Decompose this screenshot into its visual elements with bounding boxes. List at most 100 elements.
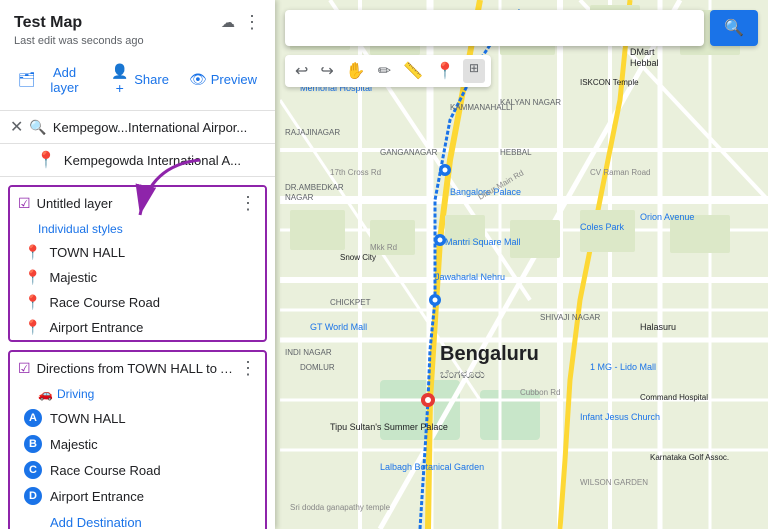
measure-icon[interactable]: 📏 [399,59,427,83]
svg-text:DMart: DMart [630,47,655,57]
location-pin-majestic-icon: 📍 [24,269,41,286]
waypoint-d-circle: D [24,487,42,505]
svg-text:WILSON GARDEN: WILSON GARDEN [580,478,648,487]
search-bar: ✕ 🔍 Kempegow...International Airpor... [0,111,275,144]
marker-icon[interactable]: 📍 [431,59,459,83]
waypoint-c-circle: C [24,461,42,479]
svg-text:CHICKPET: CHICKPET [330,298,371,307]
svg-text:Bengaluru: Bengaluru [440,343,539,365]
waypoint-d[interactable]: D Airport Entrance [10,483,265,509]
waypoint-a-circle: A [24,409,42,427]
map-toolbar: ↩ ↪ ✋ ✏ 📏 📍 ⊞ [285,55,491,87]
svg-text:GANGANAGAR: GANGANAGAR [380,148,438,157]
layer-item-majestic-text: Majestic [49,270,97,285]
layer-item-race-course[interactable]: 📍 Race Course Road [10,290,265,315]
draw-icon[interactable]: ✏ [374,59,395,83]
svg-text:NAGAR: NAGAR [285,193,314,202]
layer-item-majestic[interactable]: 📍 Majestic [10,265,265,290]
svg-text:DOMLUR: DOMLUR [300,363,335,372]
svg-text:ISKCON Temple: ISKCON Temple [580,78,639,87]
untitled-layer-section: ☑ Untitled layer ⋮ Individual styles 📍 T… [8,185,267,342]
search-suggestion[interactable]: 📍 Kempegowda International A... [0,144,275,177]
sidebar-header: Test Map ☁ ⋮ Last edit was seconds ago 🗂… [0,0,275,111]
layer-item-airport-entrance[interactable]: 📍 Airport Entrance [10,315,265,340]
directions-checkbox-icon[interactable]: ☑ [18,360,31,377]
redo-icon[interactable]: ↪ [316,59,337,83]
add-layer-button[interactable]: 🗂 Add layer [14,63,93,97]
untitled-layer-menu-icon[interactable]: ⋮ [239,193,257,214]
sidebar: Test Map ☁ ⋮ Last edit was seconds ago 🗂… [0,0,275,529]
pan-icon[interactable]: ✋ [342,59,370,83]
undo-icon[interactable]: ↩ [291,59,312,83]
last-edit-text: Last edit was seconds ago [14,35,261,47]
layer-item-race-text: Race Course Road [49,295,160,310]
preview-icon: 👁 [189,71,207,88]
share-icon: 👤+ [109,63,130,96]
svg-text:Jawaharlal Nehru: Jawaharlal Nehru [435,272,505,282]
svg-text:INDI NAGAR: INDI NAGAR [285,348,332,357]
svg-text:Halasuru: Halasuru [640,322,676,332]
svg-text:HEBBAL: HEBBAL [500,148,532,157]
add-destination-button[interactable]: Add Destination [10,509,265,529]
waypoint-a[interactable]: A TOWN HALL [10,405,265,431]
directions-section: ☑ Directions from TOWN HALL to Ai... ⋮ 🚗… [8,350,267,529]
svg-text:Orion Avenue: Orion Avenue [640,212,694,222]
share-button[interactable]: 👤+ Share [105,61,173,98]
waypoint-b-circle: B [24,435,42,453]
location-pin-airport-icon: 📍 [24,319,41,336]
svg-text:RAJAJINAGAR: RAJAJINAGAR [285,128,340,137]
untitled-layer-header: ☑ Untitled layer ⋮ [10,187,265,220]
directions-title: Directions from TOWN HALL to Ai... [37,361,233,376]
header-menu-icon[interactable]: ⋮ [243,12,261,33]
svg-text:Tipu Sultan's Summer Palace: Tipu Sultan's Summer Palace [330,422,448,432]
map-title: Test Map [14,14,82,32]
waypoint-b[interactable]: B Majestic [10,431,265,457]
add-layer-icon: 🗂 [18,71,36,88]
svg-text:Karnataka Golf Assoc.: Karnataka Golf Assoc. [650,453,729,462]
map-top-bar: 🔍 [285,10,758,46]
svg-text:Mkk Rd: Mkk Rd [370,243,397,252]
svg-text:Sri dodda ganapathy temple: Sri dodda ganapathy temple [290,503,391,512]
search-icon: 🔍 [29,119,46,136]
preview-button[interactable]: 👁 Preview [185,69,261,90]
svg-text:SHIVAJI NAGAR: SHIVAJI NAGAR [540,313,601,322]
zoom-control[interactable]: ⊞ [463,59,485,83]
map-search-button[interactable]: 🔍 [710,10,758,46]
map-search-box[interactable] [285,10,704,46]
search-query-text: Kempegow...International Airpor... [53,120,265,135]
map-search-input[interactable] [293,20,696,36]
layer-item-townhall-text: TOWN HALL [49,245,125,260]
svg-text:Coles Park: Coles Park [580,222,625,232]
directions-header: ☑ Directions from TOWN HALL to Ai... ⋮ [10,352,265,385]
waypoint-c-text: Race Course Road [50,463,161,478]
layer-item-airport-text: Airport Entrance [49,320,143,335]
svg-text:KAMMANAHALLI: KAMMANAHALLI [450,103,513,112]
svg-text:Cubbon Rd: Cubbon Rd [520,388,560,397]
directions-menu-icon[interactable]: ⋮ [239,358,257,379]
location-pin-townhall-icon: 📍 [24,244,41,261]
driving-label: 🚗 Driving [10,385,265,405]
svg-text:Snow City: Snow City [340,253,376,262]
svg-text:Lalbagh Botanical Garden: Lalbagh Botanical Garden [380,462,484,472]
svg-text:Hebbal: Hebbal [630,58,659,68]
svg-text:CV Raman Road: CV Raman Road [590,168,650,177]
individual-styles-label[interactable]: Individual styles [10,220,265,240]
layer-item-townhall[interactable]: 📍 TOWN HALL [10,240,265,265]
svg-text:Mantri Square Mall: Mantri Square Mall [445,237,521,247]
svg-text:17th Cross Rd: 17th Cross Rd [330,168,381,177]
car-icon: 🚗 [38,387,53,401]
layers-container: ☑ Untitled layer ⋮ Individual styles 📍 T… [0,177,275,529]
header-top: Test Map ☁ ⋮ [14,12,261,33]
untitled-layer-title: Untitled layer [37,196,233,211]
svg-text:ಬೆಂಗಳೂರು: ಬೆಂಗಳೂರು [440,367,485,381]
svg-text:1 MG - Lido Mall: 1 MG - Lido Mall [590,362,656,372]
toolbar: 🗂 Add layer 👤+ Share 👁 Preview [14,55,261,102]
svg-text:GT World Mall: GT World Mall [310,322,367,332]
waypoint-c[interactable]: C Race Course Road [10,457,265,483]
layer-checkbox-icon[interactable]: ☑ [18,195,31,212]
waypoint-d-text: Airport Entrance [50,489,144,504]
search-close-icon[interactable]: ✕ [10,117,23,137]
svg-text:Command Hospital: Command Hospital [640,393,708,402]
waypoint-a-text: TOWN HALL [50,411,126,426]
location-pin-race-icon: 📍 [24,294,41,311]
